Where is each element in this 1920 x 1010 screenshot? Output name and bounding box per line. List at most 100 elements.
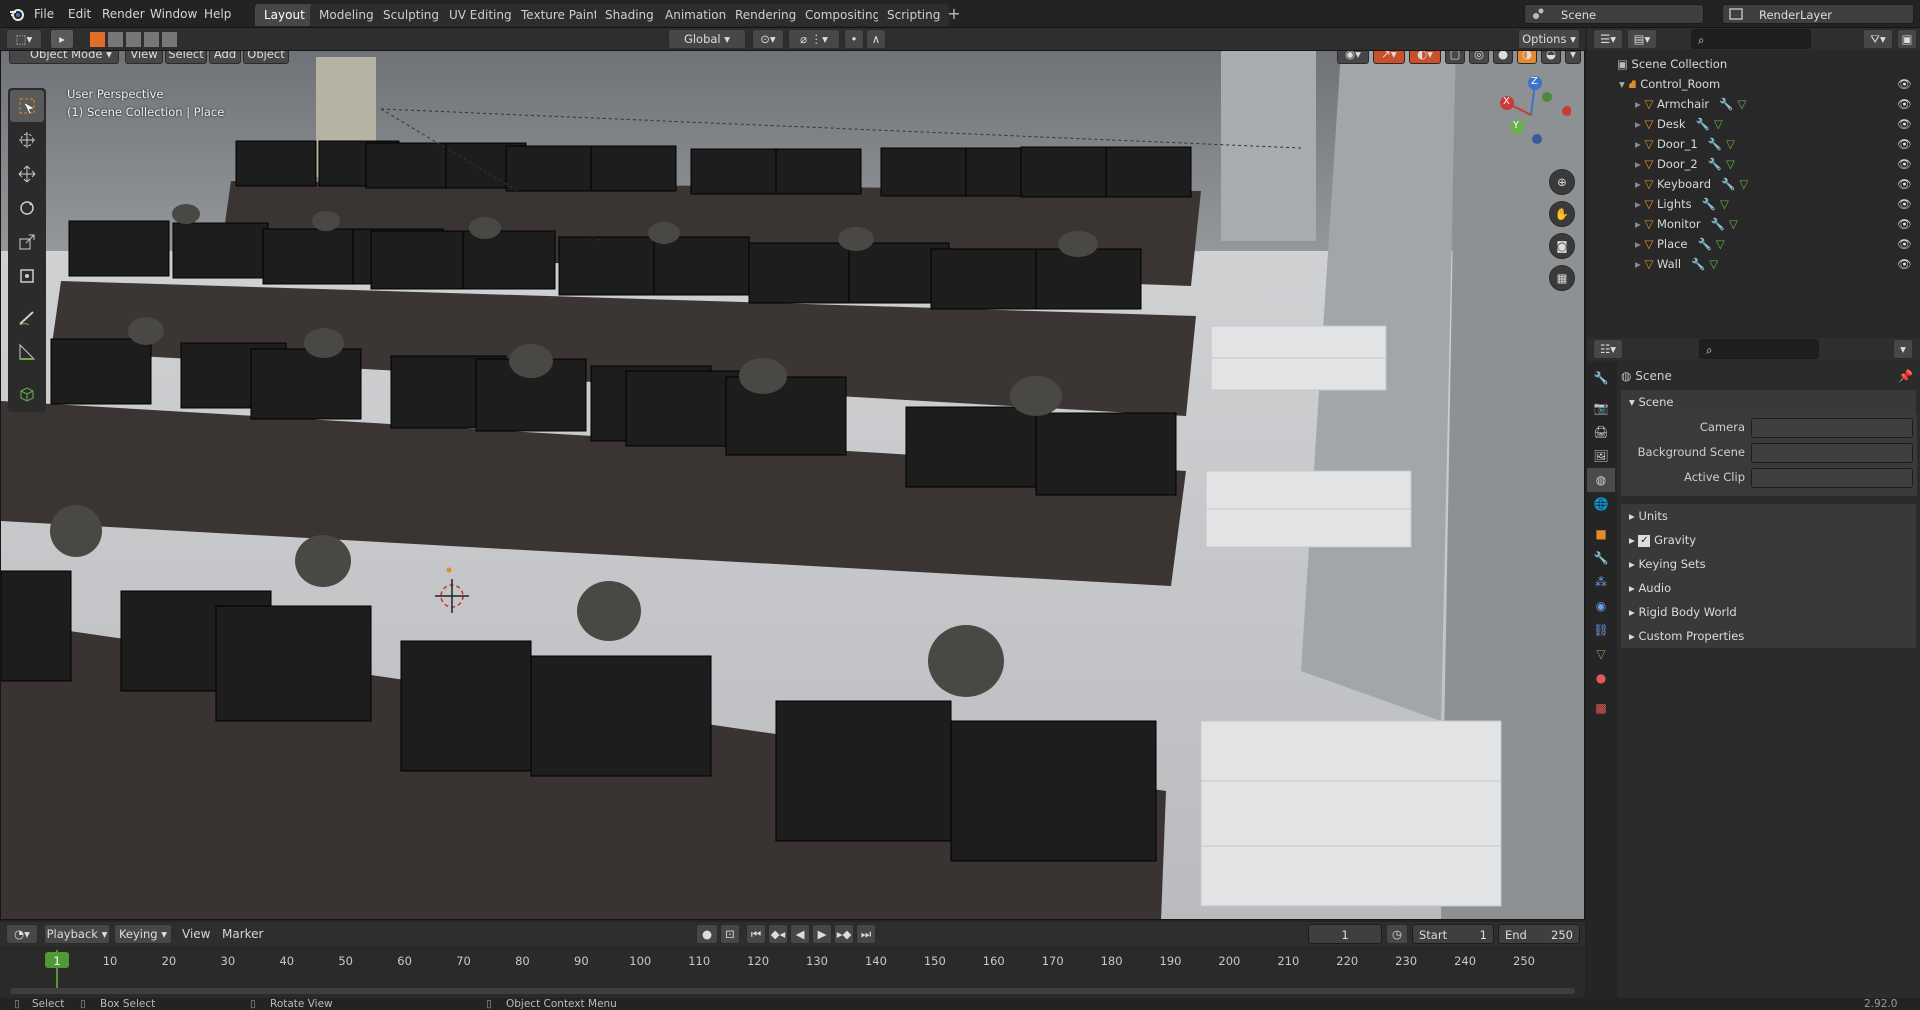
properties-editor-type[interactable]: ☷▾: [1593, 339, 1623, 359]
wireframe-shading[interactable]: ◎: [1469, 51, 1489, 64]
select-invert-icon[interactable]: [144, 32, 159, 47]
3d-viewport[interactable]: User Perspective (1) Scene Collection | …: [0, 50, 1585, 920]
render-layer-selector[interactable]: RenderLayer: [1722, 4, 1914, 24]
keying-sets-panel-header[interactable]: ▸ Keying Sets: [1621, 552, 1916, 576]
timeline-scrollbar[interactable]: [10, 988, 1575, 994]
visibility-eye-icon[interactable]: 👁: [1897, 74, 1912, 94]
visibility-eye-icon[interactable]: 👁: [1897, 134, 1912, 154]
select-subtract-icon[interactable]: [126, 32, 141, 47]
visibility-eye-icon[interactable]: 👁: [1897, 214, 1912, 234]
outliner-item[interactable]: ▸ ▽ Door_1 🔧 ▽ 👁: [1587, 134, 1920, 154]
select-menu[interactable]: Select: [165, 51, 207, 64]
tab-shading[interactable]: Shading: [596, 4, 663, 26]
tab-uv-editing[interactable]: UV Editing: [440, 4, 521, 26]
world-tab-icon[interactable]: 🌐: [1587, 492, 1615, 516]
visibility-eye-icon[interactable]: 👁: [1897, 194, 1912, 214]
overlay-toggle[interactable]: ◐▾: [1409, 51, 1441, 64]
select-box-tool[interactable]: [10, 90, 44, 122]
outliner-item[interactable]: ▸ ▽ Keyboard 🔧 ▽ 👁: [1587, 174, 1920, 194]
annotate-tool[interactable]: [10, 302, 44, 334]
selection-mode-group[interactable]: [90, 32, 180, 47]
snap-dropdown[interactable]: ⌀ ⋮▾: [788, 29, 840, 49]
jump-keyframe-back-icon[interactable]: ◆◂: [768, 924, 788, 944]
object-tab-icon[interactable]: ■: [1587, 522, 1615, 546]
outliner-item[interactable]: ▸ ▽ Wall 🔧 ▽ 👁: [1587, 254, 1920, 274]
keying-menu[interactable]: Keying ▾: [114, 924, 172, 944]
record-icon[interactable]: ●: [696, 924, 718, 944]
solid-shading[interactable]: ●: [1493, 51, 1513, 64]
visibility-eye-icon[interactable]: 👁: [1897, 94, 1912, 114]
use-preview-range-icon[interactable]: ◷: [1386, 924, 1408, 944]
outliner-item[interactable]: ▸ ▽ Place 🔧 ▽ 👁: [1587, 234, 1920, 254]
jump-keyframe-forward-icon[interactable]: ▸◆: [834, 924, 854, 944]
scene-panel-header[interactable]: ▾ Scene: [1621, 390, 1916, 414]
properties-options[interactable]: ▾: [1893, 339, 1913, 359]
gizmo-toggle[interactable]: ↗▾: [1373, 51, 1405, 64]
rendered-shading[interactable]: ◒: [1541, 51, 1561, 64]
custom-properties-panel-header[interactable]: ▸ Custom Properties: [1621, 624, 1916, 648]
transform-orientation-dropdown[interactable]: Global ▾: [668, 29, 746, 49]
material-tab-icon[interactable]: ●: [1587, 666, 1615, 690]
play-icon[interactable]: ▶: [812, 924, 832, 944]
outliner-control-room[interactable]: ▾ ⛘ Control_Room 👁: [1587, 74, 1920, 94]
outliner-scene-collection[interactable]: ▣ Scene Collection: [1587, 54, 1920, 74]
outliner-item[interactable]: ▸ ▽ Lights 🔧 ▽ 👁: [1587, 194, 1920, 214]
audio-panel-header[interactable]: ▸ Audio: [1621, 576, 1916, 600]
timeline-editor-type[interactable]: ◔▾: [6, 924, 38, 944]
texture-tab-icon[interactable]: ▩: [1587, 696, 1615, 720]
menu-render[interactable]: Render: [96, 4, 151, 24]
jump-end-icon[interactable]: ⏭: [856, 924, 876, 944]
navigation-gizmo[interactable]: Z Y X: [1491, 75, 1572, 155]
gravity-checkbox[interactable]: ✓: [1638, 534, 1651, 547]
outliner-item[interactable]: ▸ ▽ Door_2 🔧 ▽ 👁: [1587, 154, 1920, 174]
physics-tab-icon[interactable]: ◉: [1587, 594, 1615, 618]
auto-keying-icon[interactable]: ⊡: [720, 924, 740, 944]
properties-search[interactable]: ⌕: [1699, 339, 1819, 359]
select-intersect-icon[interactable]: [162, 32, 177, 47]
view-layer-tab-icon[interactable]: 🖼: [1587, 444, 1615, 468]
blender-logo-icon[interactable]: [8, 5, 26, 23]
tab-texture-paint[interactable]: Texture Paint: [512, 4, 608, 26]
outliner-item[interactable]: ▸ ▽ Monitor 🔧 ▽ 👁: [1587, 214, 1920, 234]
playback-menu[interactable]: Playback ▾: [44, 924, 110, 944]
xray-toggle[interactable]: ▢: [1445, 51, 1465, 64]
add-workspace-icon[interactable]: +: [944, 4, 964, 24]
zoom-icon[interactable]: ⊕: [1549, 169, 1575, 195]
pivot-point-dropdown[interactable]: ⊙▾: [752, 29, 784, 49]
current-frame-field[interactable]: 1: [1308, 924, 1382, 944]
camera-field[interactable]: [1751, 418, 1913, 438]
material-shading[interactable]: ◑: [1517, 51, 1537, 64]
start-frame-field[interactable]: Start 1: [1412, 924, 1494, 944]
object-mode-dropdown[interactable]: Object Mode ▾: [9, 51, 119, 64]
select-extend-icon[interactable]: [108, 32, 123, 47]
shading-options[interactable]: ▾: [1565, 51, 1581, 64]
scene-selector[interactable]: Scene: [1524, 4, 1704, 24]
outliner-editor-type[interactable]: ☰▾: [1593, 29, 1623, 49]
transform-tool[interactable]: [10, 260, 44, 292]
rotate-tool[interactable]: [10, 192, 44, 224]
menu-edit[interactable]: Edit: [62, 4, 97, 24]
tab-sculpting[interactable]: Sculpting: [374, 4, 449, 26]
options-dropdown[interactable]: Options ▾: [1518, 29, 1580, 49]
play-reverse-icon[interactable]: ◀: [790, 924, 810, 944]
end-frame-field[interactable]: End 250: [1498, 924, 1580, 944]
tab-rendering[interactable]: Rendering: [726, 4, 806, 26]
measure-tool[interactable]: [10, 336, 44, 368]
visibility-eye-icon[interactable]: 👁: [1897, 174, 1912, 194]
gravity-panel-header[interactable]: ▸ ✓ Gravity: [1621, 528, 1916, 552]
timeline-view-menu[interactable]: View: [176, 924, 216, 944]
menu-window[interactable]: Window: [144, 4, 203, 24]
modifiers-tab-icon[interactable]: 🔧: [1587, 546, 1615, 570]
data-tab-icon[interactable]: ▽: [1587, 642, 1615, 666]
marker-menu[interactable]: Marker: [216, 924, 269, 944]
visibility-dropdown[interactable]: ◉▾: [1337, 51, 1369, 64]
filter-dropdown[interactable]: ⛛▾: [1863, 29, 1893, 49]
tab-layout[interactable]: Layout: [255, 4, 314, 26]
rigid-body-world-panel-header[interactable]: ▸ Rigid Body World: [1621, 600, 1916, 624]
cursor-tool[interactable]: [10, 124, 44, 156]
output-tab-icon[interactable]: 🖨: [1587, 420, 1615, 444]
camera-view-icon[interactable]: ◙: [1549, 233, 1575, 259]
new-collection-button[interactable]: ▣: [1897, 29, 1917, 49]
outliner-search[interactable]: ⌕: [1691, 29, 1811, 49]
active-clip-field[interactable]: [1751, 468, 1913, 488]
